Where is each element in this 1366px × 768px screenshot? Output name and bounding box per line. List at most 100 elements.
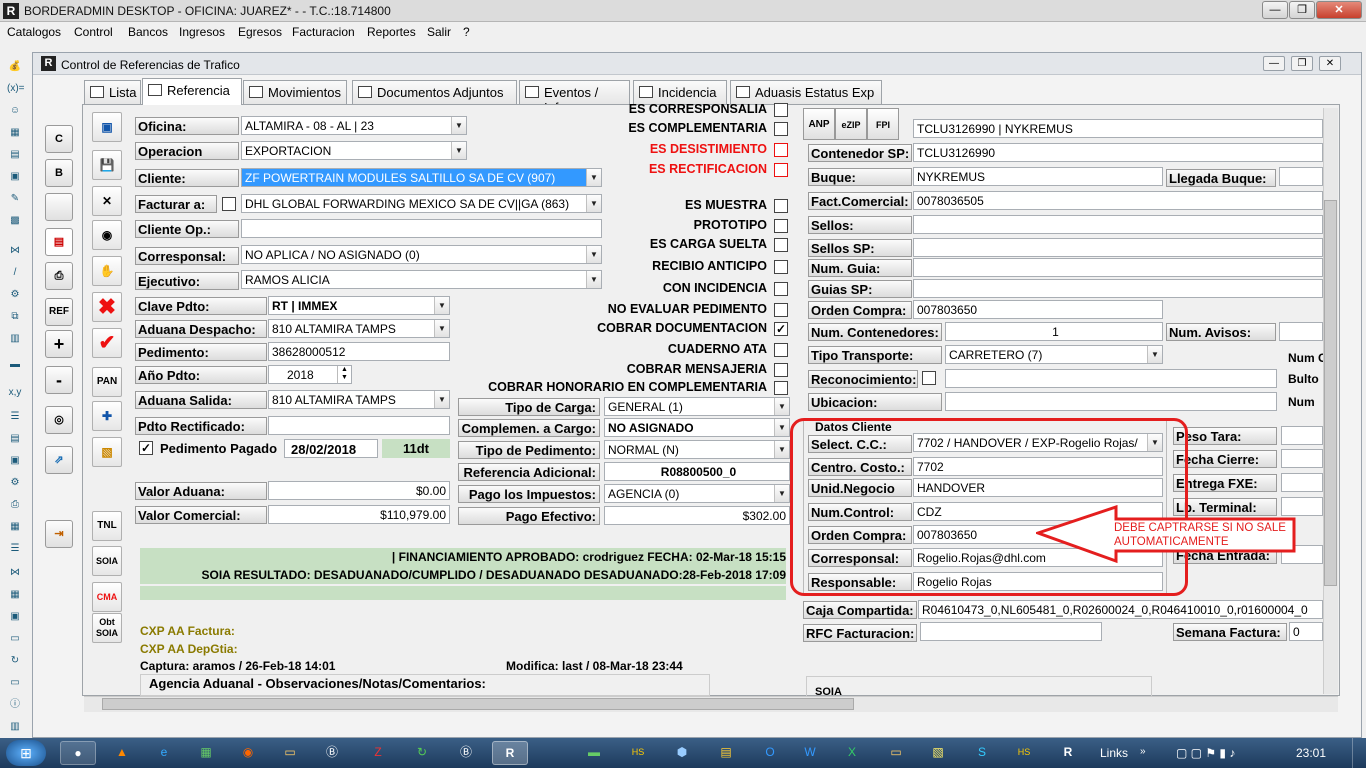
llegada-buque-field[interactable] [1279, 167, 1323, 186]
docs-hand-icon[interactable]: ▧ [92, 437, 122, 467]
gear-icon[interactable]: ⚙ [7, 476, 23, 490]
sellos-field[interactable] [913, 215, 1323, 234]
referencia-adicional-field[interactable]: R08800500_0 [604, 462, 790, 481]
formula-icon[interactable]: (x)= [7, 82, 25, 96]
search-person-icon[interactable]: ◉ [92, 220, 122, 250]
chart-bars-icon[interactable]: ▥ [7, 720, 23, 734]
menu-help[interactable]: ? [463, 25, 470, 39]
tnl-button[interactable]: TNL [92, 511, 122, 541]
box-icon[interactable]: ▣ [7, 610, 23, 624]
folder-icon[interactable]: ▭ [7, 632, 23, 646]
show-desktop-button[interactable] [1352, 738, 1366, 768]
num-guia-field[interactable] [913, 258, 1323, 277]
pago-efectivo-field[interactable]: $302.00 [604, 506, 790, 525]
fpi-button[interactable]: FPI [867, 108, 899, 140]
sticky-taskbar-icon[interactable]: ▧ [920, 741, 956, 765]
folder-taskbar-icon[interactable]: ▭ [878, 741, 914, 765]
document-lock-icon[interactable]: ▣ [7, 170, 23, 184]
pencil-icon[interactable]: ✎ [7, 192, 23, 206]
option-checkbox[interactable] [774, 260, 788, 274]
vpn-taskbar-icon[interactable]: ⬢ [664, 741, 700, 765]
links-toolbar[interactable]: Links [1100, 746, 1128, 760]
sync-taskbar-icon[interactable]: ↻ [404, 741, 440, 765]
fecha-cierre-field[interactable] [1281, 449, 1323, 468]
peso-tara-field[interactable] [1281, 426, 1323, 445]
side-button-blank[interactable] [45, 193, 73, 221]
preview-icon[interactable]: ◎ [45, 406, 73, 434]
vertical-scroll-thumb[interactable] [1324, 200, 1337, 586]
tipo-carga-select[interactable]: GENERAL (1) [604, 397, 790, 416]
horizontal-scroll-thumb[interactable] [102, 698, 854, 710]
tab-documentos-adjuntos[interactable]: Documentos Adjuntos [352, 80, 517, 104]
r-taskbar-icon[interactable]: R [1050, 741, 1086, 765]
tab-referencia[interactable]: Referencia [142, 78, 242, 105]
caja-compartida-field[interactable]: R04610473_0,NL605481_0,R02600024_0,R0464… [918, 600, 1323, 619]
option-checkbox[interactable] [774, 219, 788, 233]
pdto-rectificado-field[interactable] [268, 416, 450, 435]
valor-comercial-field[interactable]: $110,979.00 [268, 505, 450, 524]
ezip-button[interactable]: eZIP [835, 108, 867, 140]
hand-icon[interactable]: ✋ [92, 256, 122, 286]
hierarchy-icon[interactable]: ⋈ [7, 566, 23, 580]
entrega-fxe-field[interactable] [1281, 473, 1323, 492]
tab-lista[interactable]: Lista [84, 80, 141, 104]
excel-taskbar-icon[interactable]: X [834, 741, 870, 765]
tab-movimientos[interactable]: Movimientos [243, 80, 347, 104]
valor-aduana-field[interactable]: $0.00 [268, 481, 450, 500]
mdi-minimize-button[interactable]: — [1263, 56, 1285, 71]
hs2-taskbar-icon[interactable]: HS [1006, 741, 1042, 765]
tipo-transporte-select[interactable]: CARRETERO (7) [945, 345, 1163, 364]
xy-icon[interactable]: x,y [7, 386, 23, 400]
truck-icon[interactable]: ▬ [7, 358, 23, 372]
option-checkbox[interactable] [774, 163, 788, 177]
option-checkbox[interactable] [774, 363, 788, 377]
semana-factura-field[interactable]: 0 [1289, 622, 1323, 641]
menu-bancos[interactable]: Bancos [128, 25, 168, 39]
menu-ingresos[interactable]: Ingresos [179, 25, 225, 39]
check-icon[interactable]: ✔ [92, 328, 122, 358]
list-icon[interactable]: ☰ [7, 542, 23, 556]
network-icon[interactable]: ⋈ [7, 244, 23, 258]
delete-icon[interactable]: ✖ [92, 292, 122, 322]
ubicacion-field[interactable] [945, 392, 1277, 411]
pedimento-pagado-date[interactable]: 28/02/2018 [284, 439, 378, 458]
tray-icons[interactable]: ▢ ▢ ⚑ ▮ ♪ [1176, 746, 1235, 760]
option-checkbox[interactable] [774, 238, 788, 252]
menu-catalogos[interactable]: Catalogos [7, 25, 61, 39]
document-icon[interactable]: ▤ [7, 148, 23, 162]
option-checkbox[interactable]: ✓ [774, 322, 788, 336]
file-icon[interactable]: ▤ [7, 432, 23, 446]
menu-control[interactable]: Control [74, 25, 113, 39]
save-icon[interactable]: 💾 [92, 150, 122, 180]
calculator-icon[interactable]: ▦ [7, 126, 23, 140]
pan-button[interactable]: PAN [92, 367, 122, 397]
firefox-taskbar-icon[interactable]: ◉ [230, 741, 266, 765]
chevron-down-icon[interactable]: ▼ [774, 485, 789, 502]
tab-eventos-info[interactable]: Eventos / Info [519, 80, 630, 115]
chevron-down-icon[interactable]: ▼ [1147, 346, 1162, 363]
num-contenedores-field[interactable]: 1 [945, 322, 1163, 341]
database-icon[interactable]: ☰ [7, 410, 23, 424]
skype-taskbar-icon[interactable]: S [964, 741, 1000, 765]
file-check-icon[interactable]: ▣ [7, 454, 23, 468]
grid-icon[interactable]: ▩ [7, 214, 23, 228]
reconocimiento-checkbox[interactable] [922, 371, 936, 385]
start-button[interactable]: ⊞ [6, 740, 46, 766]
links-chevron-icon[interactable]: » [1140, 746, 1146, 757]
observaciones-box[interactable]: Agencia Aduanal - Observaciones/Notas/Co… [140, 674, 710, 696]
tipo-pedimento-select[interactable]: NORMAL (N) [604, 440, 790, 459]
mdi-maximize-button[interactable]: ❐ [1291, 56, 1313, 71]
chart-icon[interactable]: ▥ [7, 332, 23, 346]
user-icon[interactable]: ☺ [7, 104, 23, 118]
option-checkbox[interactable] [774, 122, 788, 136]
maximize-button[interactable]: ❐ [1289, 1, 1315, 19]
notes-taskbar-icon[interactable]: ▤ [708, 741, 744, 765]
minimize-button[interactable]: — [1262, 1, 1288, 19]
print-icon[interactable]: ⎙ [7, 498, 23, 512]
outlook-taskbar-icon[interactable]: O [752, 741, 788, 765]
soia-button[interactable]: SOIA [92, 546, 122, 576]
cancel-icon[interactable]: ✕ [92, 186, 122, 216]
tool-icon[interactable]: / [7, 266, 23, 280]
option-checkbox[interactable] [774, 282, 788, 296]
pedimento-pagado-checkbox[interactable]: ✓ [139, 441, 153, 455]
